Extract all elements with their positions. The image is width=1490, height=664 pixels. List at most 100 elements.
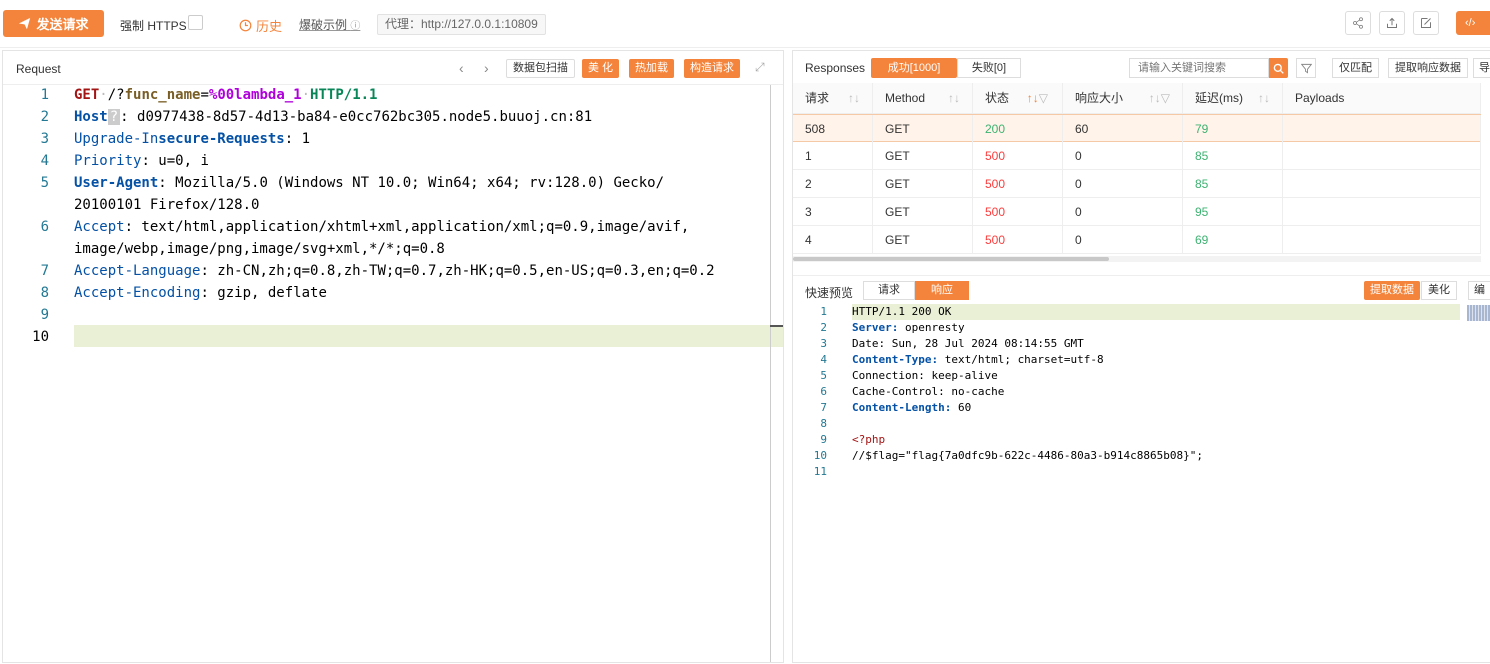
search-button[interactable] (1269, 58, 1288, 78)
responses-header: Responses 成功[1000] 失败[0] 仅匹配 提取响应数据 导 (793, 51, 1490, 83)
packet-scan-button[interactable]: 数据包扫描 (506, 59, 575, 78)
search-icon (1273, 63, 1284, 74)
match-only-button[interactable]: 仅匹配 (1332, 58, 1379, 78)
cell-delay: 79 (1183, 115, 1283, 143)
expand-icon[interactable]: ⤢ (755, 60, 765, 75)
code-line: 20100101 Firefox/128.0 (74, 197, 260, 213)
code-line: User-Agent: Mozilla/5.0 (Windows NT 10.0… (74, 175, 665, 191)
line-number: 10 (813, 449, 827, 462)
table-row[interactable]: 1 GET 500 0 85 (793, 142, 1481, 170)
extract-response-button[interactable]: 提取响应数据 (1388, 58, 1468, 78)
col-header-method[interactable]: Method ↑↓ (873, 83, 973, 114)
share-icon (1353, 17, 1363, 29)
upload-button[interactable] (1379, 11, 1405, 35)
responses-title: Responses (805, 61, 866, 75)
responses-panel: Responses 成功[1000] 失败[0] 仅匹配 提取响应数据 导 请求… (792, 50, 1490, 663)
sort-filter-icon[interactable]: ↑↓▽ (1149, 83, 1170, 114)
force-https-label: 强制 HTTPS (120, 19, 187, 33)
col-header-delay[interactable]: 延迟(ms) ↑↓ (1183, 83, 1283, 114)
cell-status: 500 (973, 142, 1063, 170)
cell-payload (1283, 142, 1481, 170)
line-number: 3 (820, 337, 827, 350)
cell-delay: 95 (1183, 198, 1283, 226)
filter-button[interactable] (1296, 58, 1316, 78)
chevron-right-icon[interactable]: › (484, 60, 489, 76)
table-row[interactable]: 508 GET 200 60 79 (793, 114, 1481, 143)
minimap[interactable] (1467, 305, 1490, 321)
code-icon: ‹/› (1465, 17, 1476, 29)
cell-method: GET (873, 115, 973, 143)
share-button[interactable] (1345, 11, 1371, 35)
cell-status: 500 (973, 198, 1063, 226)
preview-beautify-button[interactable]: 美化 (1421, 281, 1457, 300)
extract-data-button[interactable]: 提取数据 (1364, 281, 1420, 300)
response-line: Content-Type: text/html; charset=utf-8 (852, 353, 1104, 366)
force-https-checkbox[interactable] (188, 15, 203, 30)
cell-status: 200 (973, 115, 1063, 143)
table-row[interactable]: 3 GET 500 0 95 (793, 198, 1481, 226)
col-header-request[interactable]: 请求 ↑↓ (793, 83, 873, 114)
tab-preview-response[interactable]: 响应 (915, 281, 969, 300)
request-panel: Request ‹ › 数据包扫描 美 化 热加载 构造请求 ⤢ 1 2 3 4… (2, 50, 784, 663)
sort-icon[interactable]: ↑↓ (948, 83, 960, 114)
line-number: 5 (820, 369, 827, 382)
line-number: 2 (40, 109, 49, 125)
col-header-payloads[interactable]: Payloads (1283, 83, 1481, 114)
line-number: 10 (32, 329, 49, 345)
line-number: 4 (40, 153, 49, 169)
brute-example-link[interactable]: 爆破示例 ⓘ (299, 16, 360, 33)
response-viewer[interactable]: 1 2 3 4 5 6 7 8 9 10 11 HTTP/1.1 200 OK … (793, 303, 1490, 664)
cell-status: 500 (973, 170, 1063, 198)
edit-button[interactable] (1413, 11, 1439, 35)
horizontal-scrollbar-thumb[interactable] (793, 257, 1109, 261)
tab-fail[interactable]: 失败[0] (957, 58, 1021, 78)
upload-icon (1387, 17, 1397, 28)
col-header-status[interactable]: 状态 ↑↓▽ (973, 83, 1063, 114)
export-button[interactable]: 导 (1473, 58, 1490, 78)
cell-method: GET (873, 198, 973, 226)
request-editor[interactable]: 1 2 3 4 5 6 7 8 9 10 GET·/?func_name=%00… (3, 85, 783, 662)
history-button[interactable]: 历史 (239, 16, 282, 35)
sort-filter-icon[interactable]: ↑↓▽ (1027, 83, 1048, 114)
tab-success[interactable]: 成功[1000] (871, 58, 957, 78)
hot-load-button[interactable]: 热加载 (629, 59, 674, 78)
brute-example-label: 爆破示例 (299, 18, 348, 32)
code-line: Accept-Encoding: gzip, deflate (74, 285, 327, 301)
line-number: 3 (40, 131, 49, 147)
top-toolbar: 发送请求 强制 HTTPS 历史 爆破示例 ⓘ 代理：http://127.0.… (0, 0, 1490, 48)
line-number: 9 (820, 433, 827, 446)
proxy-display[interactable]: 代理：http://127.0.0.1:10809 (377, 14, 546, 35)
current-line-highlight (74, 325, 783, 347)
cell-size: 0 (1063, 198, 1183, 226)
cell-size: 0 (1063, 170, 1183, 198)
request-title: Request (16, 62, 61, 76)
line-number: 7 (40, 263, 49, 279)
code-line: Accept: text/html,application/xhtml+xml,… (74, 219, 690, 235)
col-header-size[interactable]: 响应大小 ↑↓▽ (1063, 83, 1183, 114)
cell-delay: 85 (1183, 170, 1283, 198)
tab-preview-request[interactable]: 请求 (863, 281, 915, 300)
sort-icon[interactable]: ↑↓ (848, 83, 860, 114)
cell-request: 3 (793, 198, 873, 226)
horizontal-scrollbar-track[interactable] (793, 256, 1481, 262)
response-line: Date: Sun, 28 Jul 2024 08:14:55 GMT (852, 337, 1084, 350)
send-request-button[interactable]: 发送请求 (3, 10, 104, 37)
preview-edit-button[interactable]: 编辑 (1468, 281, 1490, 300)
chevron-left-icon[interactable]: ‹ (459, 60, 464, 76)
response-line: Cache-Control: no-cache (852, 385, 1005, 398)
code-view-button[interactable]: ‹/› (1456, 11, 1490, 35)
sort-icon[interactable]: ↑↓ (1258, 83, 1270, 114)
table-row[interactable]: 4 GET 500 0 69 (793, 226, 1481, 254)
help-circle-icon: ⓘ (350, 21, 361, 32)
quick-preview-header: 快速预览 请求 响应 提取数据 美化 编辑 (793, 275, 1490, 303)
cell-payload (1283, 198, 1481, 226)
build-request-button[interactable]: 构造请求 (684, 59, 740, 78)
send-icon (19, 17, 31, 30)
beautify-button[interactable]: 美 化 (582, 59, 620, 78)
quick-preview-label: 快速预览 (805, 286, 854, 300)
cell-method: GET (873, 142, 973, 170)
history-label: 历史 (256, 19, 283, 34)
code-line: Upgrade-Insecure-Requests: 1 (74, 131, 311, 147)
search-input[interactable] (1129, 58, 1269, 78)
table-row[interactable]: 2 GET 500 0 85 (793, 170, 1481, 198)
